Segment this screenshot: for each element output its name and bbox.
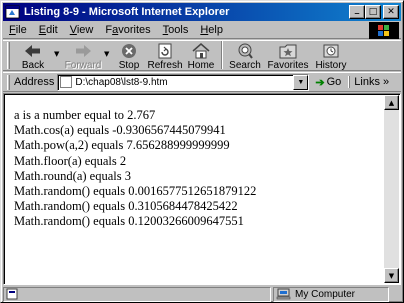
address-dropdown[interactable]: ▼ <box>293 74 309 90</box>
ie-logo-icon <box>5 4 21 20</box>
browser-window: Listing 8-9 - Microsoft Internet Explore… <box>0 0 404 303</box>
refresh-button[interactable]: Refresh <box>146 41 184 71</box>
maximize-button[interactable]: □ <box>365 5 381 19</box>
minimize-button[interactable]: _ <box>349 5 365 19</box>
scroll-down-button[interactable]: ▼ <box>384 268 399 283</box>
output-line: Math.random() equals 0.00165775126518791… <box>14 184 257 199</box>
output-line: Math.floor(a) equals 2 <box>14 153 127 168</box>
stop-button[interactable]: Stop <box>114 41 144 71</box>
address-label: Address <box>14 76 55 88</box>
page-content: a is a number equal to 2.767 Math.cos(a)… <box>3 93 401 285</box>
home-button[interactable]: Home <box>186 41 216 71</box>
links-button[interactable]: Links » <box>349 76 389 88</box>
status-main-pane <box>3 286 271 302</box>
menu-file-accel: F <box>9 24 16 36</box>
page-status-icon <box>6 288 18 300</box>
toolbar-separator <box>221 41 223 69</box>
back-label: Back <box>21 60 45 71</box>
favorites-folder-icon <box>279 44 297 59</box>
menu-favorites-label: Favorites <box>105 24 151 36</box>
menu-tools-label: ools <box>168 24 189 36</box>
windows-logo-icon <box>369 22 399 39</box>
page-body: a is a number equal to 2.767 Math.cos(a)… <box>14 108 256 230</box>
refresh-label: Refresh <box>147 60 183 71</box>
forward-button[interactable]: Forward <box>64 41 102 71</box>
menu-tools[interactable]: Tools <box>157 24 195 36</box>
close-icon: ✕ <box>387 6 395 17</box>
forward-arrow-icon <box>76 45 91 57</box>
menu-file[interactable]: File <box>3 24 33 36</box>
menu-edit-accel: E <box>38 24 47 36</box>
output-line: Math.round(a) equals 3 <box>14 168 131 183</box>
home-label: Home <box>187 60 215 71</box>
standard-toolbar: Back ▼ Forward ▼ Stop Refresh Home Searc… <box>3 40 401 71</box>
vertical-scrollbar[interactable]: ▲ ▼ <box>384 95 399 283</box>
stop-icon <box>122 44 136 58</box>
menu-help[interactable]: Help <box>194 24 229 36</box>
back-arrow-icon <box>25 45 40 57</box>
refresh-icon <box>158 43 172 59</box>
search-button[interactable]: Search <box>226 41 264 71</box>
page-icon <box>60 76 73 88</box>
menu-bar: File Edit View Favorites Tools Help <box>3 22 401 39</box>
title-bar[interactable]: Listing 8-9 - Microsoft Internet Explore… <box>3 3 401 21</box>
history-label: History <box>315 60 347 71</box>
go-label: Go <box>326 76 342 88</box>
address-bar: Address D:\chap08\lst8-9.htm ▼ ➔ Go Link… <box>3 72 401 92</box>
favorites-label: Favorites <box>267 60 309 71</box>
stop-label: Stop <box>118 60 140 71</box>
menu-favorites-accel: a <box>112 24 119 36</box>
back-button[interactable]: Back <box>14 41 52 71</box>
history-icon <box>323 44 339 58</box>
history-button[interactable]: History <box>312 41 350 71</box>
my-computer-icon <box>276 288 291 300</box>
minimize-icon: _ <box>354 4 360 15</box>
back-dropdown[interactable]: ▼ <box>54 41 62 58</box>
address-value: D:\chap08\lst8-9.htm <box>75 76 168 88</box>
output-line: Math.cos(a) equals -0.9306567445079941 <box>14 123 226 138</box>
go-arrow-icon: ➔ <box>315 76 325 89</box>
address-grip[interactable] <box>7 74 10 90</box>
close-button[interactable]: ✕ <box>383 5 399 19</box>
menu-file-label: ile <box>15 24 27 36</box>
security-zone-pane: My Computer <box>273 286 389 302</box>
search-icon <box>238 43 253 59</box>
menu-view-label: iew <box>76 24 94 36</box>
menu-help-label: elp <box>208 24 223 36</box>
output-line: Math.pow(a,2) equals 7.656288999999999 <box>14 138 230 153</box>
window-title: Listing 8-9 - Microsoft Internet Explore… <box>24 6 230 18</box>
security-zone-label: My Computer <box>295 288 356 300</box>
menu-edit[interactable]: Edit <box>33 24 64 36</box>
scroll-up-button[interactable]: ▲ <box>384 95 399 110</box>
toolbar-grip[interactable] <box>7 42 10 69</box>
address-input[interactable]: D:\chap08\lst8-9.htm ▼ <box>57 73 310 91</box>
menu-edit-label: dit <box>46 24 58 36</box>
maximize-icon: □ <box>368 6 378 17</box>
home-icon <box>192 43 210 59</box>
forward-dropdown[interactable]: ▼ <box>104 41 112 58</box>
menu-view[interactable]: View <box>64 24 100 36</box>
status-bar: My Computer <box>3 286 401 302</box>
search-label: Search <box>229 60 261 71</box>
forward-label: Forward <box>64 60 102 71</box>
output-line: Math.random() equals 0.3105684478425422 <box>14 199 238 214</box>
output-line: a is a number equal to 2.767 <box>14 108 156 122</box>
menu-view-accel: V <box>69 24 77 36</box>
output-line: Math.random() equals 0.12003266009647551 <box>14 214 244 229</box>
go-button[interactable]: ➔ Go <box>315 76 341 89</box>
favorites-button[interactable]: Favorites <box>266 41 310 71</box>
menu-favorites[interactable]: Favorites <box>99 24 156 36</box>
